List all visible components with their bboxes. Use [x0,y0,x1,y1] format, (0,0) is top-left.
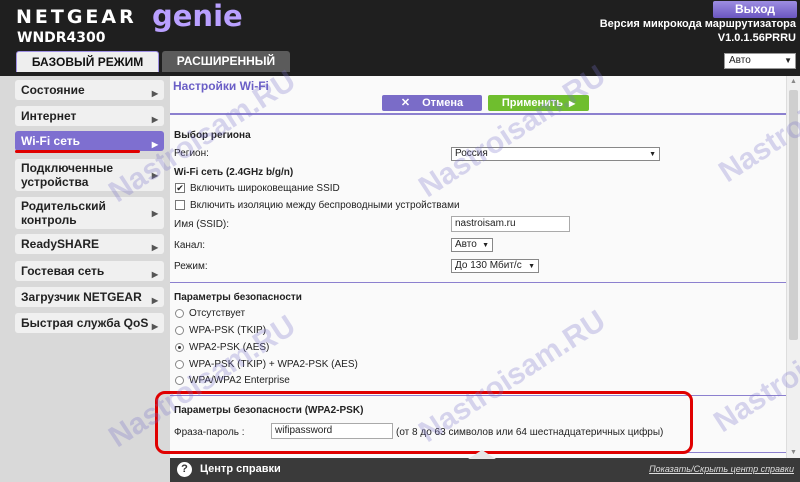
chevron-down-icon: ▼ [784,56,792,65]
expand-arrow-icon[interactable] [468,450,496,459]
sidebar-item-label: Загрузчик NETGEAR [21,290,142,304]
sidebar-item-downloader[interactable]: Загрузчик NETGEAR ▶ [15,287,164,307]
chevron-right-icon: ▶ [151,115,158,124]
sidebar-item-internet[interactable]: Интернет ▶ [15,106,164,126]
chevron-right-icon: ▶ [151,322,158,331]
tab-advanced[interactable]: РАСШИРЕННЫЙ [162,51,290,72]
brand-logo: NETGEAR [16,6,137,28]
channel-label: Канал: [174,240,206,251]
header: NETGEAR genie WNDR4300 Выход Версия микр… [0,0,800,76]
mode-value: До 130 Мбит/с [455,260,522,271]
channel-value: Авто [455,239,477,250]
help-center-bar: ? Центр справки Показать/Скрыть центр сп… [170,450,800,482]
model-name: WNDR4300 [17,30,106,46]
tab-basic[interactable]: БАЗОВЫЙ РЕЖИМ [16,51,159,72]
security-radio-wpa-tkip[interactable] [175,326,184,335]
sidebar-item-wifi[interactable]: Wi-Fi сеть ▶ [15,131,164,151]
ssid-broadcast-checkbox[interactable]: ✔ [175,183,185,193]
sidebar-item-label: ReadySHARE [21,237,100,251]
ssid-label: Имя (SSID): [174,219,230,230]
ssid-input[interactable]: nastroisam.ru [451,216,570,232]
chevron-right-icon: ▶ [151,296,158,305]
highlight-underline [15,150,140,153]
logout-button[interactable]: Выход [713,1,797,18]
help-title: Центр справки [200,463,281,475]
firmware-version: V1.0.1.56PRRU [717,32,796,44]
sidebar-item-readyshare[interactable]: ReadySHARE ▶ [15,234,164,254]
security-heading: Параметры безопасности [174,292,302,303]
sidebar-item-label: Wi-Fi сеть [21,134,80,148]
scroll-up-icon[interactable]: ▲ [790,78,797,85]
language-select[interactable]: Авто ▼ [724,53,796,69]
wifi-heading: Wi-Fi сеть (2.4GHz b/g/n) [174,167,294,178]
scroll-down-icon[interactable]: ▼ [790,449,797,456]
language-value: Авто [729,55,751,66]
divider [170,282,786,283]
mode-label: Режим: [174,261,208,272]
isolation-checkbox[interactable] [175,200,185,210]
security-radio-mixed[interactable] [175,360,184,369]
chevron-right-icon: ▶ [151,209,158,218]
sidebar-item-label: Быстрая служба QoS [21,316,149,330]
isolation-label: Включить изоляцию между беспроводными ус… [190,200,460,211]
sidebar-item-guest[interactable]: Гостевая сеть ▶ [15,261,164,281]
help-toggle-link[interactable]: Показать/Скрыть центр справки [649,464,794,474]
security-radio-none[interactable] [175,309,184,318]
chevron-right-icon: ▶ [151,243,158,252]
chevron-right-icon: ▶ [151,89,158,98]
sidebar-item-parental[interactable]: Родительский контроль ▶ [15,197,164,229]
sidebar-item-status[interactable]: Состояние ▶ [15,80,164,100]
chevron-down-icon: ▼ [528,263,535,270]
sidebar-item-label: Интернет [21,109,77,123]
cancel-label: Отмена [422,97,464,109]
security-option-label: Отсутствует [189,308,246,319]
close-icon: ✕ [400,97,411,109]
security-radio-wpa2-aes[interactable] [175,343,184,352]
help-icon: ? [177,462,192,477]
chevron-down-icon: ▼ [649,151,656,158]
firmware-label: Версия микрокода маршрутизатора [599,18,796,30]
sidebar-item-qos[interactable]: Быстрая служба QoS ▶ [15,313,164,333]
chevron-down-icon: ▼ [482,242,489,249]
cancel-button[interactable]: ✕ Отмена [382,95,482,111]
sidebar-item-label: Гостевая сеть [21,264,105,278]
mode-select[interactable]: До 130 Мбит/с ▼ [451,259,539,273]
sidebar-item-label: Состояние [21,83,85,97]
ssid-broadcast-label: Включить широковещание SSID [190,183,340,194]
product-name: genie [152,0,243,33]
chevron-right-icon: ▶ [151,270,158,279]
channel-select[interactable]: Авто ▼ [451,238,493,252]
